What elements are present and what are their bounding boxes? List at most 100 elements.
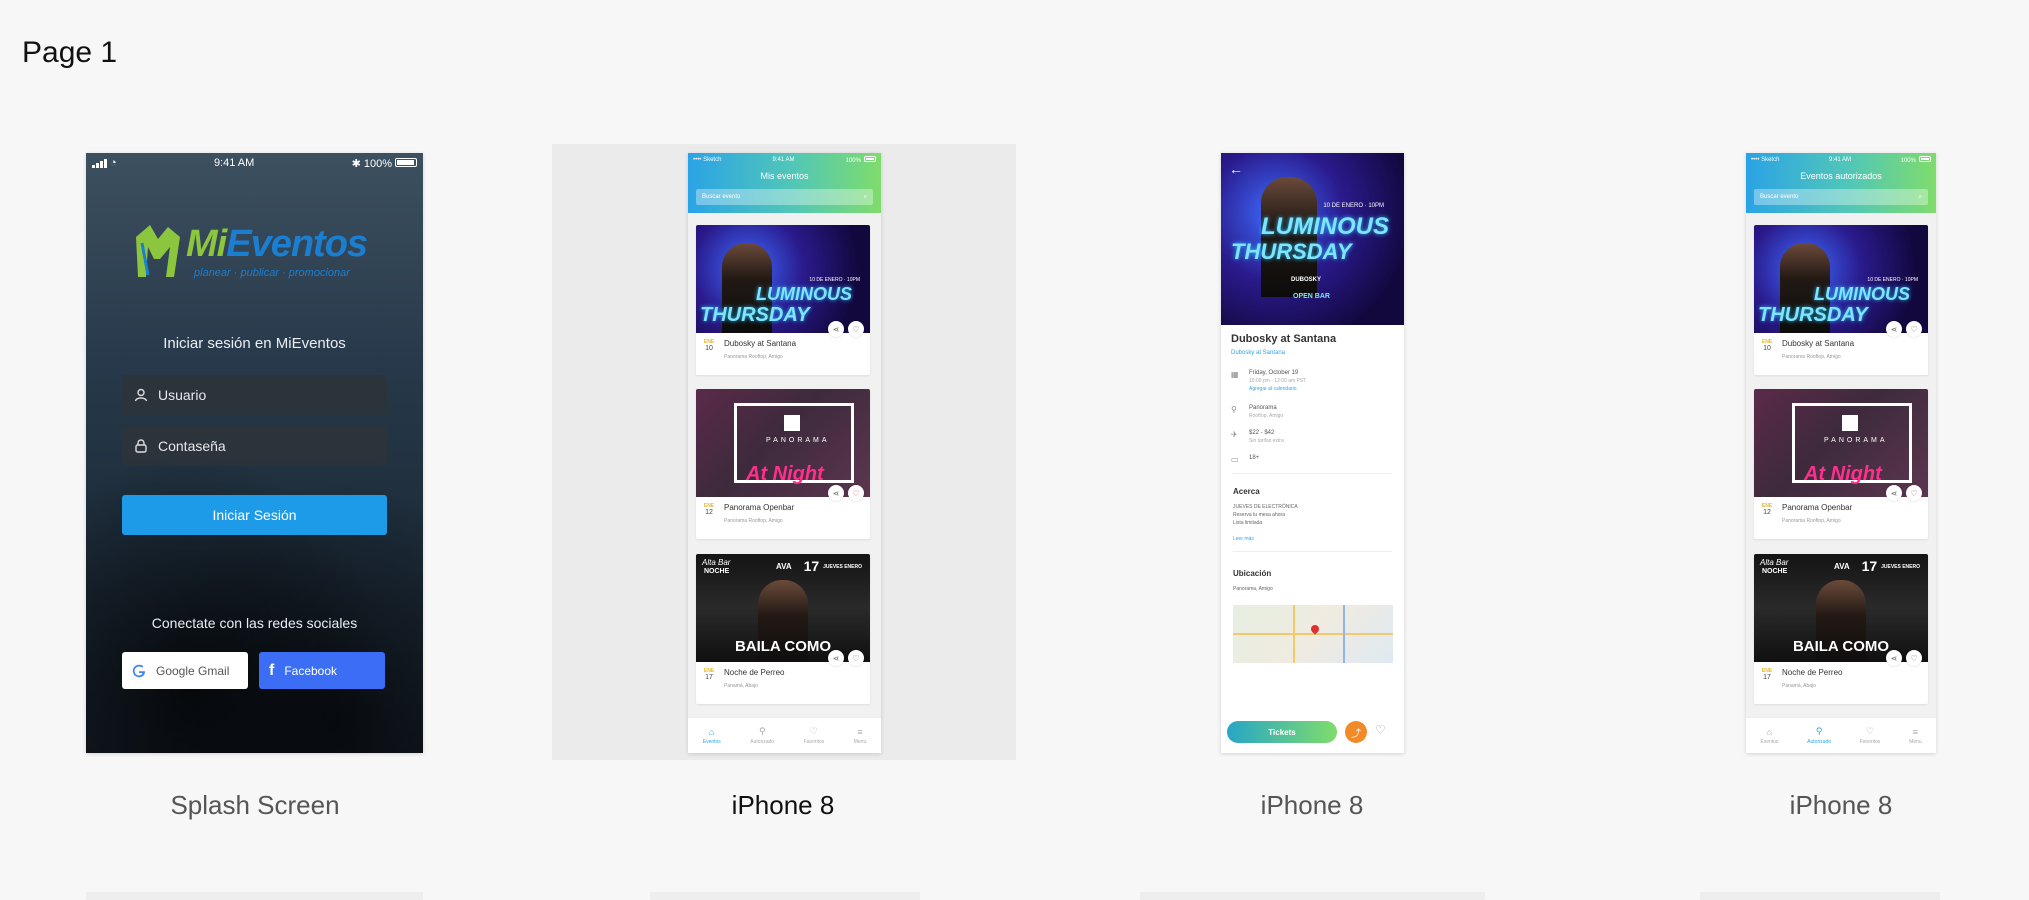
home-icon: ⌂ [1766,726,1773,737]
artboard-label-splash[interactable]: Splash Screen [75,790,435,821]
poster-date: 10 DE ENERO · 10PM [809,277,860,283]
artboard-mis-eventos[interactable]: •••• Sketch 9:41 AM 100% Mis eventos Bus… [688,153,881,753]
google-icon [132,664,146,677]
login-button[interactable]: Iniciar Sesión [122,495,387,535]
username-field[interactable]: Usuario [122,375,387,415]
search-input[interactable]: Buscar evento ⌕ [1754,189,1928,205]
event-venue: Panamá, Abajo [724,683,758,689]
menu-icon: ≡ [1912,726,1918,737]
ticket-icon: ✈ [1231,430,1238,439]
about-line: Lista limitada [1233,520,1263,526]
poster-script: At Night [1804,463,1882,485]
mieventos-logo: MiEventos planear · publicar · promocion… [128,217,378,287]
autorizados-header: •••• Sketch 9:41 AM 100% Eventos autoriz… [1746,153,1936,213]
event-subtitle[interactable]: Dubosky at Santana [1231,350,1285,356]
lock-icon [135,439,147,453]
read-more-link[interactable]: Leer más [1233,535,1254,543]
event-day: 10 [705,345,713,352]
home-icon: ⌂ [709,726,715,737]
event-card[interactable]: Alta Bar NOCHE AVA 17 JUEVES ENERO BAILA… [696,554,870,704]
tab-autorizado[interactable]: ⚲ Autorizado [1807,726,1831,745]
page-title[interactable]: Page 1 [22,36,117,70]
poster-word: PANORAMA [1824,437,1888,444]
event-name: Panorama Openbar [1782,503,1853,512]
tab-label: Favoritos [803,739,825,745]
event-venue: Panamá, Abajo [1782,683,1816,689]
heart-icon[interactable]: ♡ [1375,723,1386,737]
map-river [1343,605,1345,663]
price-note: Sin tarifas extra [1249,438,1284,444]
artboard-label-iphone8-3[interactable]: iPhone 8 [1661,790,2021,821]
tab-bar: ⌂ Eventos ⚲ Autorizado ♡ Favoritos ≡ Menu [688,717,881,753]
tab-label: Autorizado [750,739,775,745]
poster-venue-logo: Alta Bar [702,558,731,567]
about-title: Acerca [1233,487,1260,496]
battery-icon [395,157,417,167]
event-day: 12 [1763,509,1771,516]
event-poster: Alta Bar NOCHE AVA 17 JUEVES ENERO BAILA… [696,554,870,662]
location-pin-icon: ⚲ [1231,405,1237,414]
screen-title: Eventos autorizados [1800,171,1882,181]
tickets-button[interactable]: Tickets [1227,721,1337,743]
wifi-icon: ◔ [110,157,117,169]
poster-date: 10 DE ENERO · 10PM [1323,203,1384,209]
next-row-artboard-edge [1140,892,1485,900]
event-name: Panorama Openbar [724,503,795,512]
tab-autorizado[interactable]: ⚲ Autorizado [750,726,774,745]
event-poster: PANORAMA At Night [1754,389,1928,497]
event-card[interactable]: 10 DE ENERO · 10PM LUMINOUS THURSDAY ⋖ ♡ … [696,225,870,375]
status-time: 9:41 AM [772,157,795,163]
poster-ava: AVA [1834,562,1850,571]
google-button-label: Google Gmail [156,663,230,678]
heart-icon: ♡ [809,726,818,736]
event-day: 17 [1763,674,1771,681]
tab-menu[interactable]: ≡ Menu [854,727,867,745]
event-title: Dubosky at Santana [1231,333,1337,345]
poster-headline: LUMINOUS [1261,213,1389,240]
artboard-event-detail[interactable]: 10 DE ENERO · 10PM LUMINOUS THURSDAY DUB… [1221,153,1404,753]
tab-label: Menu [1909,738,1922,745]
tab-favoritos[interactable]: ♡ Favoritos [804,726,825,745]
poster-date-word: JUEVES ENERO [1881,564,1920,571]
search-placeholder: Buscar evento [1760,194,1799,200]
google-login-button[interactable]: Google Gmail [122,652,248,689]
tab-eventos[interactable]: ⌂ Eventos [1760,727,1778,745]
tab-eventos[interactable]: ⌂ Eventos [703,727,721,745]
bluetooth-icon: ✱ [351,157,361,170]
search-icon[interactable]: ⌕ [1919,194,1922,201]
event-poster: Alta Bar NOCHE AVA 17 JUEVES ENERO BAILA… [1754,554,1928,662]
share-icon[interactable]: ⤴ [1345,721,1367,743]
search-icon[interactable]: ⌕ [864,194,867,201]
event-name: Dubosky at Santana [724,339,797,348]
location-map[interactable] [1233,605,1393,663]
location-subtitle: Panorama, Amigo [1233,586,1273,592]
artboard-label-iphone8-2[interactable]: iPhone 8 [1132,790,1492,821]
tab-bar: ⌂ Eventos ⚲ Autorizado ♡ Favoritos ≡ Menu [1746,717,1936,753]
tab-favoritos[interactable]: ♡ Favoritos [1860,726,1881,745]
event-day: 12 [705,509,713,516]
add-to-calendar-link[interactable]: Agregar al calendario [1249,386,1306,392]
age-icon: ▭ [1231,455,1239,464]
event-card[interactable]: PANORAMA At Night ⋖ ♡ ENE 12 Panorama Open… [1754,389,1928,539]
artboard-eventos-autorizados[interactable]: •••• Sketch 9:41 AM 100% Eventos autoriz… [1746,153,1936,753]
tab-menu[interactable]: ≡ Menu [1909,727,1922,745]
signal-icon: •••• Sketch [1751,157,1780,163]
design-canvas: Page 1 ◔ 9:41 AM ✱ 100% MiEventos planea… [0,0,2029,900]
tab-label: Menu [853,738,867,745]
password-placeholder: Contaseña [158,438,226,454]
event-card[interactable]: Alta Bar NOCHE AVA 17 JUEVES ENERO BAILA… [1754,554,1928,704]
back-arrow-icon[interactable]: ← [1229,161,1243,177]
status-bar: •••• Sketch 9:41 AM 100% [1746,153,1936,167]
search-input[interactable]: Buscar evento ⌕ [696,189,873,205]
poster-headline: THURSDAY [700,304,810,326]
artboard-label-iphone8-1[interactable]: iPhone 8 [603,790,963,821]
about-line: Reserva tu mesa ahora [1233,512,1285,518]
artboard-splash-screen[interactable]: ◔ 9:41 AM ✱ 100% MiEventos planear · pub… [86,153,423,753]
event-card[interactable]: PANORAMA At Night ⋖ ♡ ENE 12 Panorama Open… [696,389,870,539]
event-card[interactable]: 10 DE ENERO · 10PM LUMINOUS THURSDAY ⋖ ♡ … [1754,225,1928,375]
poster-headline: LUMINOUS [756,284,852,304]
poster-logo [1842,415,1858,431]
battery-icon [1918,156,1931,162]
password-field[interactable]: Contaseña [122,426,387,466]
facebook-login-button[interactable]: f Facebook [259,652,385,689]
